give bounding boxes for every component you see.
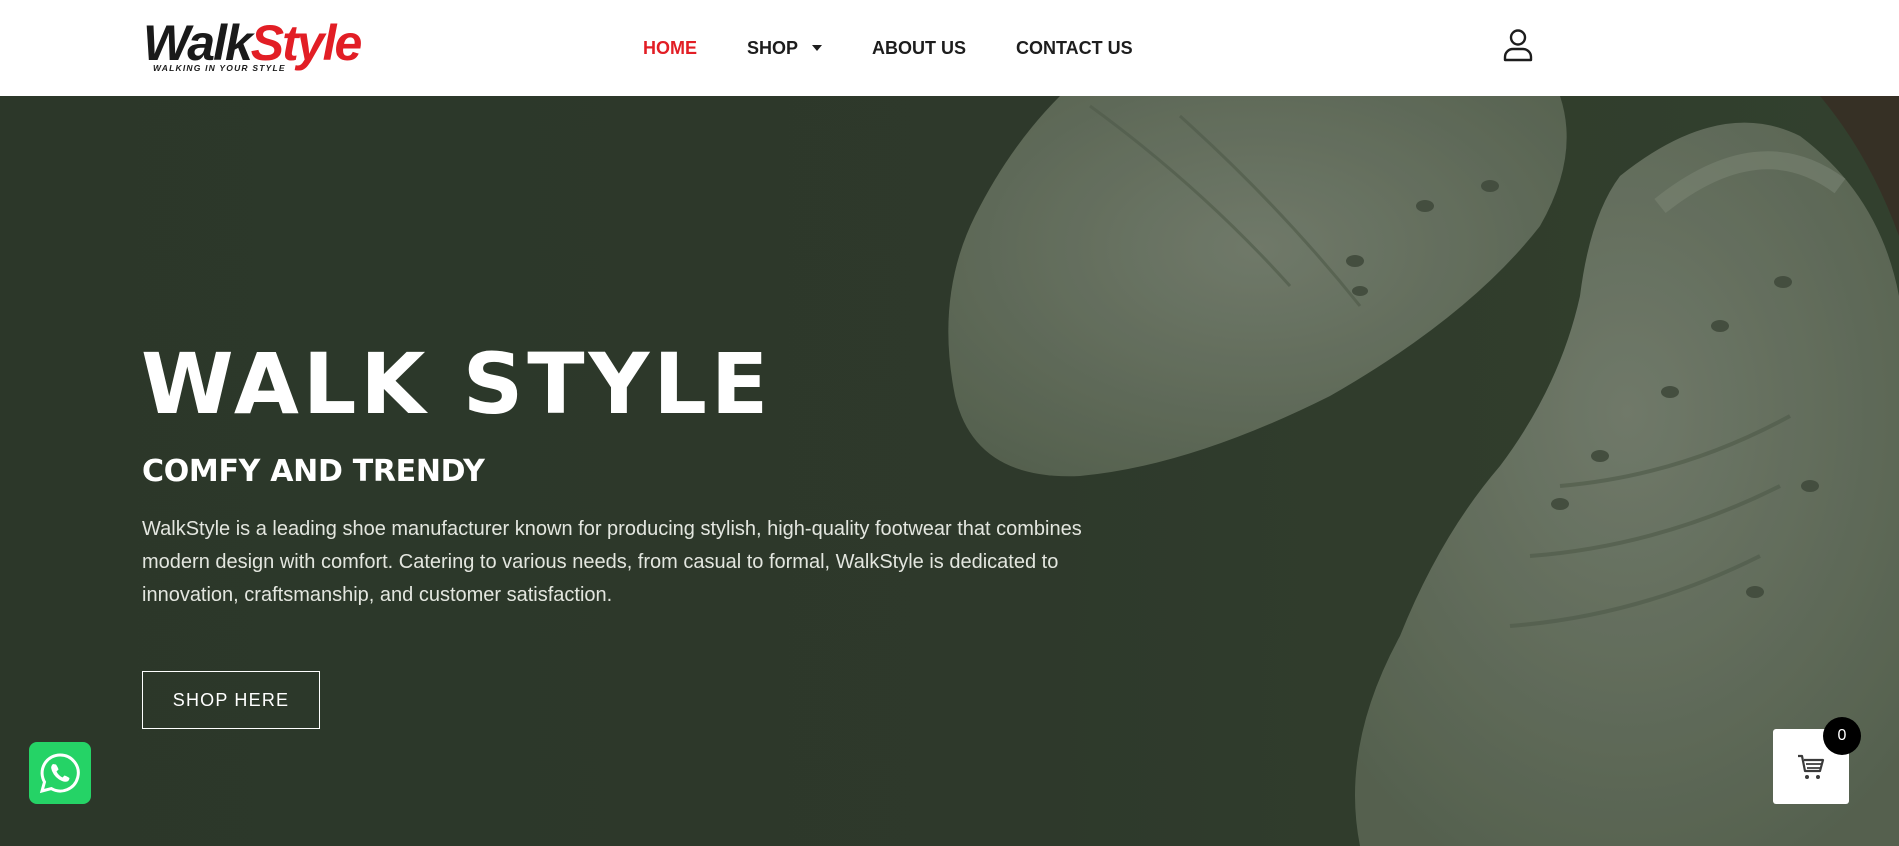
nav-item-label: ABOUT US: [872, 37, 967, 58]
nav-item-home[interactable]: HOME: [643, 38, 697, 59]
nav-item-contact-us[interactable]: CONTACT US: [1016, 38, 1133, 59]
hero-title: WALK STYLE: [141, 335, 773, 433]
nav-item-label: CONTACT US: [1016, 37, 1133, 58]
shop-here-button[interactable]: SHOP HERE: [142, 671, 320, 729]
hero-section: WALK STYLE COMFY AND TRENDY WalkStyle is…: [0, 96, 1899, 846]
logo-tagline: WALKING IN YOUR STYLE: [153, 63, 286, 73]
logo-wordmark: WalkStyle: [143, 18, 362, 68]
nav-item-label: HOME: [643, 37, 697, 58]
user-icon: [1503, 29, 1533, 62]
walkstyle-logo[interactable]: WalkStyle WALKING IN YOUR STYLE: [143, 18, 383, 78]
chevron-down-icon: [812, 45, 823, 51]
cart-icon: [1798, 754, 1825, 779]
cart-count-badge: 0: [1823, 717, 1861, 755]
main-nav: HOME SHOP ABOUT US CONTACT US: [643, 36, 1183, 60]
site-header: WalkStyle WALKING IN YOUR STYLE HOME SHO…: [0, 0, 1899, 96]
nav-item-shop[interactable]: SHOP: [747, 37, 823, 59]
hero-subtitle: COMFY AND TRENDY: [142, 454, 485, 489]
whatsapp-icon: [39, 753, 80, 794]
nav-item-about-us[interactable]: ABOUT US: [872, 38, 966, 59]
whatsapp-button[interactable]: [29, 742, 91, 804]
hero-description: WalkStyle is a leading shoe manufacturer…: [142, 518, 1082, 606]
nav-item-label: SHOP: [747, 37, 799, 58]
account-button[interactable]: [1500, 27, 1536, 63]
